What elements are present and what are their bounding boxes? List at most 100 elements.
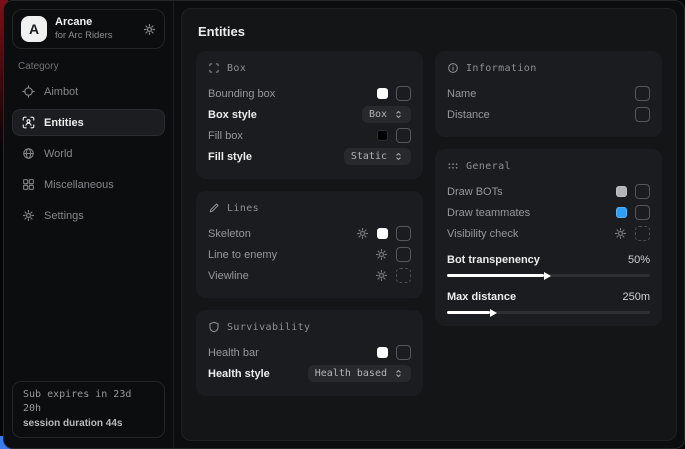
- info-icon: [447, 62, 459, 74]
- bot-transparency-group: Bot transpenency 50%: [447, 251, 650, 277]
- color-swatch[interactable]: [377, 228, 388, 239]
- chevron-up-down-icon: [393, 151, 404, 162]
- panel-lines: Lines Skeleton: [196, 191, 423, 298]
- color-swatch[interactable]: [377, 347, 388, 358]
- session-duration-text: session duration 44s: [23, 417, 154, 432]
- setting-row-fill-box: Fill box: [208, 125, 411, 146]
- checkbox[interactable]: [635, 107, 650, 122]
- setting-label: Fill box: [208, 130, 243, 142]
- setting-label: Max distance: [447, 291, 516, 303]
- brand-subtitle: for Arc Riders: [55, 30, 135, 42]
- checkbox[interactable]: [396, 268, 411, 283]
- gear-icon[interactable]: [143, 23, 156, 36]
- globe-icon: [22, 147, 35, 160]
- panel-title: Survivability: [227, 322, 310, 333]
- checkbox[interactable]: [635, 184, 650, 199]
- slider-value: 250m: [622, 291, 650, 303]
- dropdown-value: Box: [369, 109, 387, 120]
- panel-box: Box Bounding box Box style: [196, 51, 423, 179]
- checkbox[interactable]: [396, 226, 411, 241]
- checkbox[interactable]: [635, 226, 650, 241]
- setting-row-name: Name: [447, 83, 650, 104]
- brand-logo: A: [21, 16, 47, 42]
- setting-label: Visibility check: [447, 228, 518, 240]
- page-title: Entities: [198, 24, 662, 39]
- setting-label: Line to enemy: [208, 249, 277, 261]
- setting-label: Draw teammates: [447, 207, 530, 219]
- checkbox[interactable]: [396, 86, 411, 101]
- app-window: A Arcane for Arc Riders Category: [0, 0, 685, 449]
- box-style-dropdown[interactable]: Box: [362, 106, 411, 123]
- brackets-icon: [208, 62, 220, 74]
- panel-title: Information: [466, 63, 537, 74]
- dropdown-value: Static: [351, 151, 387, 162]
- pencil-line-icon: [208, 202, 220, 214]
- checkbox[interactable]: [396, 345, 411, 360]
- sidebar-item-label: World: [44, 148, 73, 160]
- main-panel: Entities Box: [181, 8, 677, 441]
- sidebar-item-aimbot[interactable]: Aimbot: [12, 78, 165, 105]
- category-label: Category: [18, 61, 165, 72]
- sidebar-item-label: Miscellaneous: [44, 179, 114, 191]
- panel-lines-header: Lines: [208, 202, 411, 214]
- scan-person-icon: [22, 116, 35, 129]
- sidebar-item-miscellaneous[interactable]: Miscellaneous: [12, 171, 165, 198]
- color-swatch[interactable]: [377, 130, 388, 141]
- setting-row-skeleton: Skeleton: [208, 223, 411, 244]
- gear-icon[interactable]: [356, 227, 369, 240]
- checkbox[interactable]: [396, 128, 411, 143]
- max-distance-group: Max distance 250m: [447, 288, 650, 314]
- max-distance-slider[interactable]: [447, 311, 650, 314]
- setting-row-health-bar: Health bar: [208, 342, 411, 363]
- color-swatch[interactable]: [616, 207, 627, 218]
- setting-label: Bounding box: [208, 88, 275, 100]
- setting-label: Draw BOTs: [447, 186, 503, 198]
- setting-label: Viewline: [208, 270, 249, 282]
- gear-icon[interactable]: [375, 269, 388, 282]
- checkbox[interactable]: [396, 247, 411, 262]
- panel-information-header: Information: [447, 62, 650, 74]
- gear-icon[interactable]: [614, 227, 627, 240]
- right-column: Information Name Distance: [435, 51, 662, 396]
- slider-fill[interactable]: [447, 311, 490, 314]
- checkbox[interactable]: [635, 205, 650, 220]
- setting-row-box-style: Box style Box: [208, 104, 411, 125]
- sidebar-item-entities[interactable]: Entities: [12, 109, 165, 136]
- sidebar-item-settings[interactable]: Settings: [12, 202, 165, 229]
- fill-style-dropdown[interactable]: Static: [344, 148, 411, 165]
- setting-row-draw-teammates: Draw teammates: [447, 202, 650, 223]
- health-style-dropdown[interactable]: Health based: [308, 365, 411, 382]
- subscription-card: Sub expires in 23d 20h session duration …: [12, 381, 165, 439]
- color-swatch[interactable]: [377, 88, 388, 99]
- panel-survivability: Survivability Health bar Health styl: [196, 310, 423, 396]
- left-column: Box Bounding box Box style: [196, 51, 423, 396]
- slider-value: 50%: [628, 254, 650, 266]
- shield-icon: [208, 321, 220, 333]
- setting-label: Health style: [208, 368, 270, 380]
- color-swatch[interactable]: [616, 186, 627, 197]
- setting-label: Fill style: [208, 151, 252, 163]
- setting-row-line-to-enemy: Line to enemy: [208, 244, 411, 265]
- grid-icon: [22, 178, 35, 191]
- brand-name: Arcane: [55, 16, 135, 30]
- panel-title: Lines: [227, 203, 259, 214]
- setting-label: Skeleton: [208, 228, 251, 240]
- dots-grid-icon: [447, 160, 459, 172]
- setting-label: Distance: [447, 109, 490, 121]
- main-area: Entities Box: [174, 1, 684, 448]
- chevron-up-down-icon: [393, 368, 404, 379]
- panel-general: General Draw BOTs Draw teammates: [435, 149, 662, 326]
- chevron-up-down-icon: [393, 109, 404, 120]
- sidebar-item-world[interactable]: World: [12, 140, 165, 167]
- sidebar: A Arcane for Arc Riders Category: [4, 1, 174, 448]
- menu-window: A Arcane for Arc Riders Category: [3, 0, 685, 449]
- setting-label: Box style: [208, 109, 257, 121]
- setting-row-visibility-check: Visibility check: [447, 223, 650, 244]
- brand-text: Arcane for Arc Riders: [55, 16, 135, 42]
- checkbox[interactable]: [635, 86, 650, 101]
- setting-row-bounding-box: Bounding box: [208, 83, 411, 104]
- bot-transparency-slider[interactable]: [447, 274, 650, 277]
- slider-fill[interactable]: [447, 274, 544, 277]
- gear-icon[interactable]: [375, 248, 388, 261]
- setting-row-health-style: Health style Health based: [208, 363, 411, 384]
